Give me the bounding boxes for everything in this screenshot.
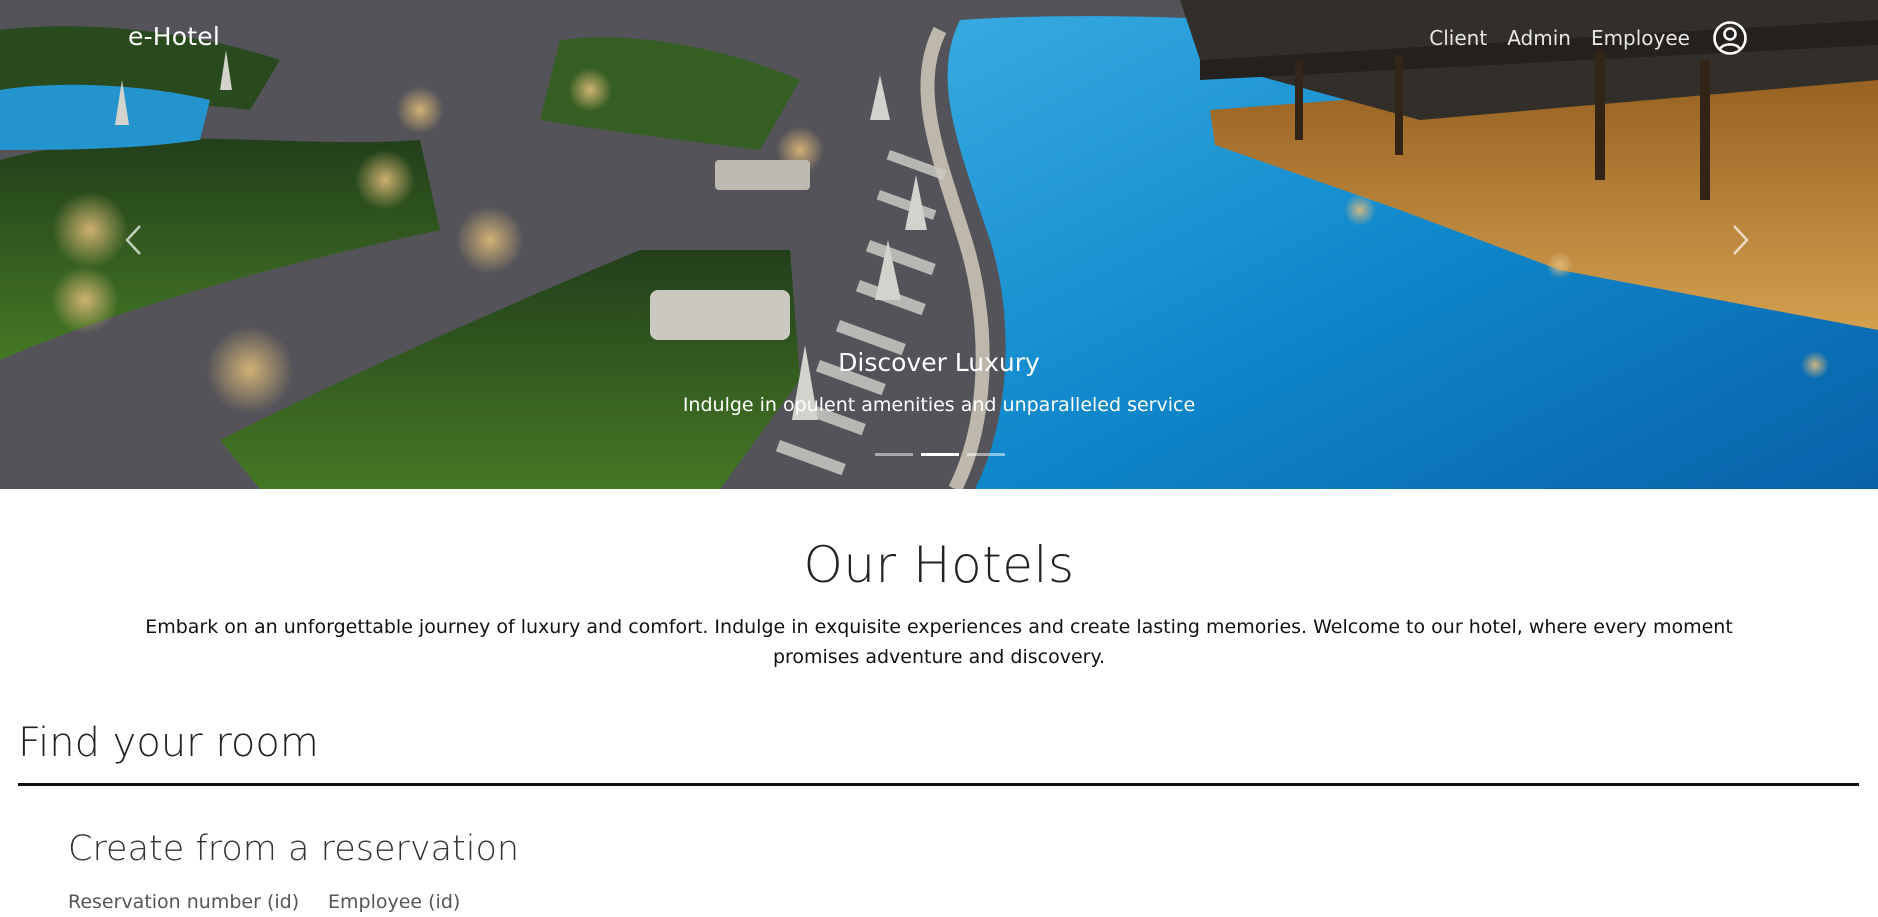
nav-link-client[interactable]: Client xyxy=(1429,26,1487,50)
carousel-indicators xyxy=(875,453,1013,456)
navbar: e-Hotel Client Admin Employee xyxy=(0,0,1878,76)
hero-carousel: e-Hotel Client Admin Employee Discover L… xyxy=(0,0,1878,489)
carousel-caption-text: Indulge in opulent amenities and unparal… xyxy=(682,394,1196,416)
nav-link-employee[interactable]: Employee xyxy=(1591,26,1690,50)
our-hotels-description: Embark on an unforgettable journey of lu… xyxy=(145,616,1733,668)
brand-logo[interactable]: e-Hotel xyxy=(128,22,220,51)
reservation-id-label: Reservation number (id) xyxy=(68,891,300,913)
carousel-indicator[interactable] xyxy=(967,453,1005,456)
carousel-indicator-active[interactable] xyxy=(921,453,959,456)
carousel-indicator[interactable] xyxy=(875,453,913,456)
employee-id-label: Employee (id) xyxy=(328,891,461,913)
nav-link-admin[interactable]: Admin xyxy=(1507,26,1571,50)
carousel-caption-title: Discover Luxury xyxy=(838,348,1040,377)
nav-links: Client Admin Employee xyxy=(1429,20,1748,56)
chevron-right-icon[interactable] xyxy=(1728,222,1752,258)
find-room-title: Find your room xyxy=(18,720,319,766)
chevron-left-icon[interactable] xyxy=(122,222,146,258)
section-divider xyxy=(18,783,1859,786)
our-hotels-title: Our Hotels xyxy=(803,536,1075,594)
account-circle-icon[interactable] xyxy=(1712,20,1748,56)
create-reservation-title: Create from a reservation xyxy=(68,829,520,869)
